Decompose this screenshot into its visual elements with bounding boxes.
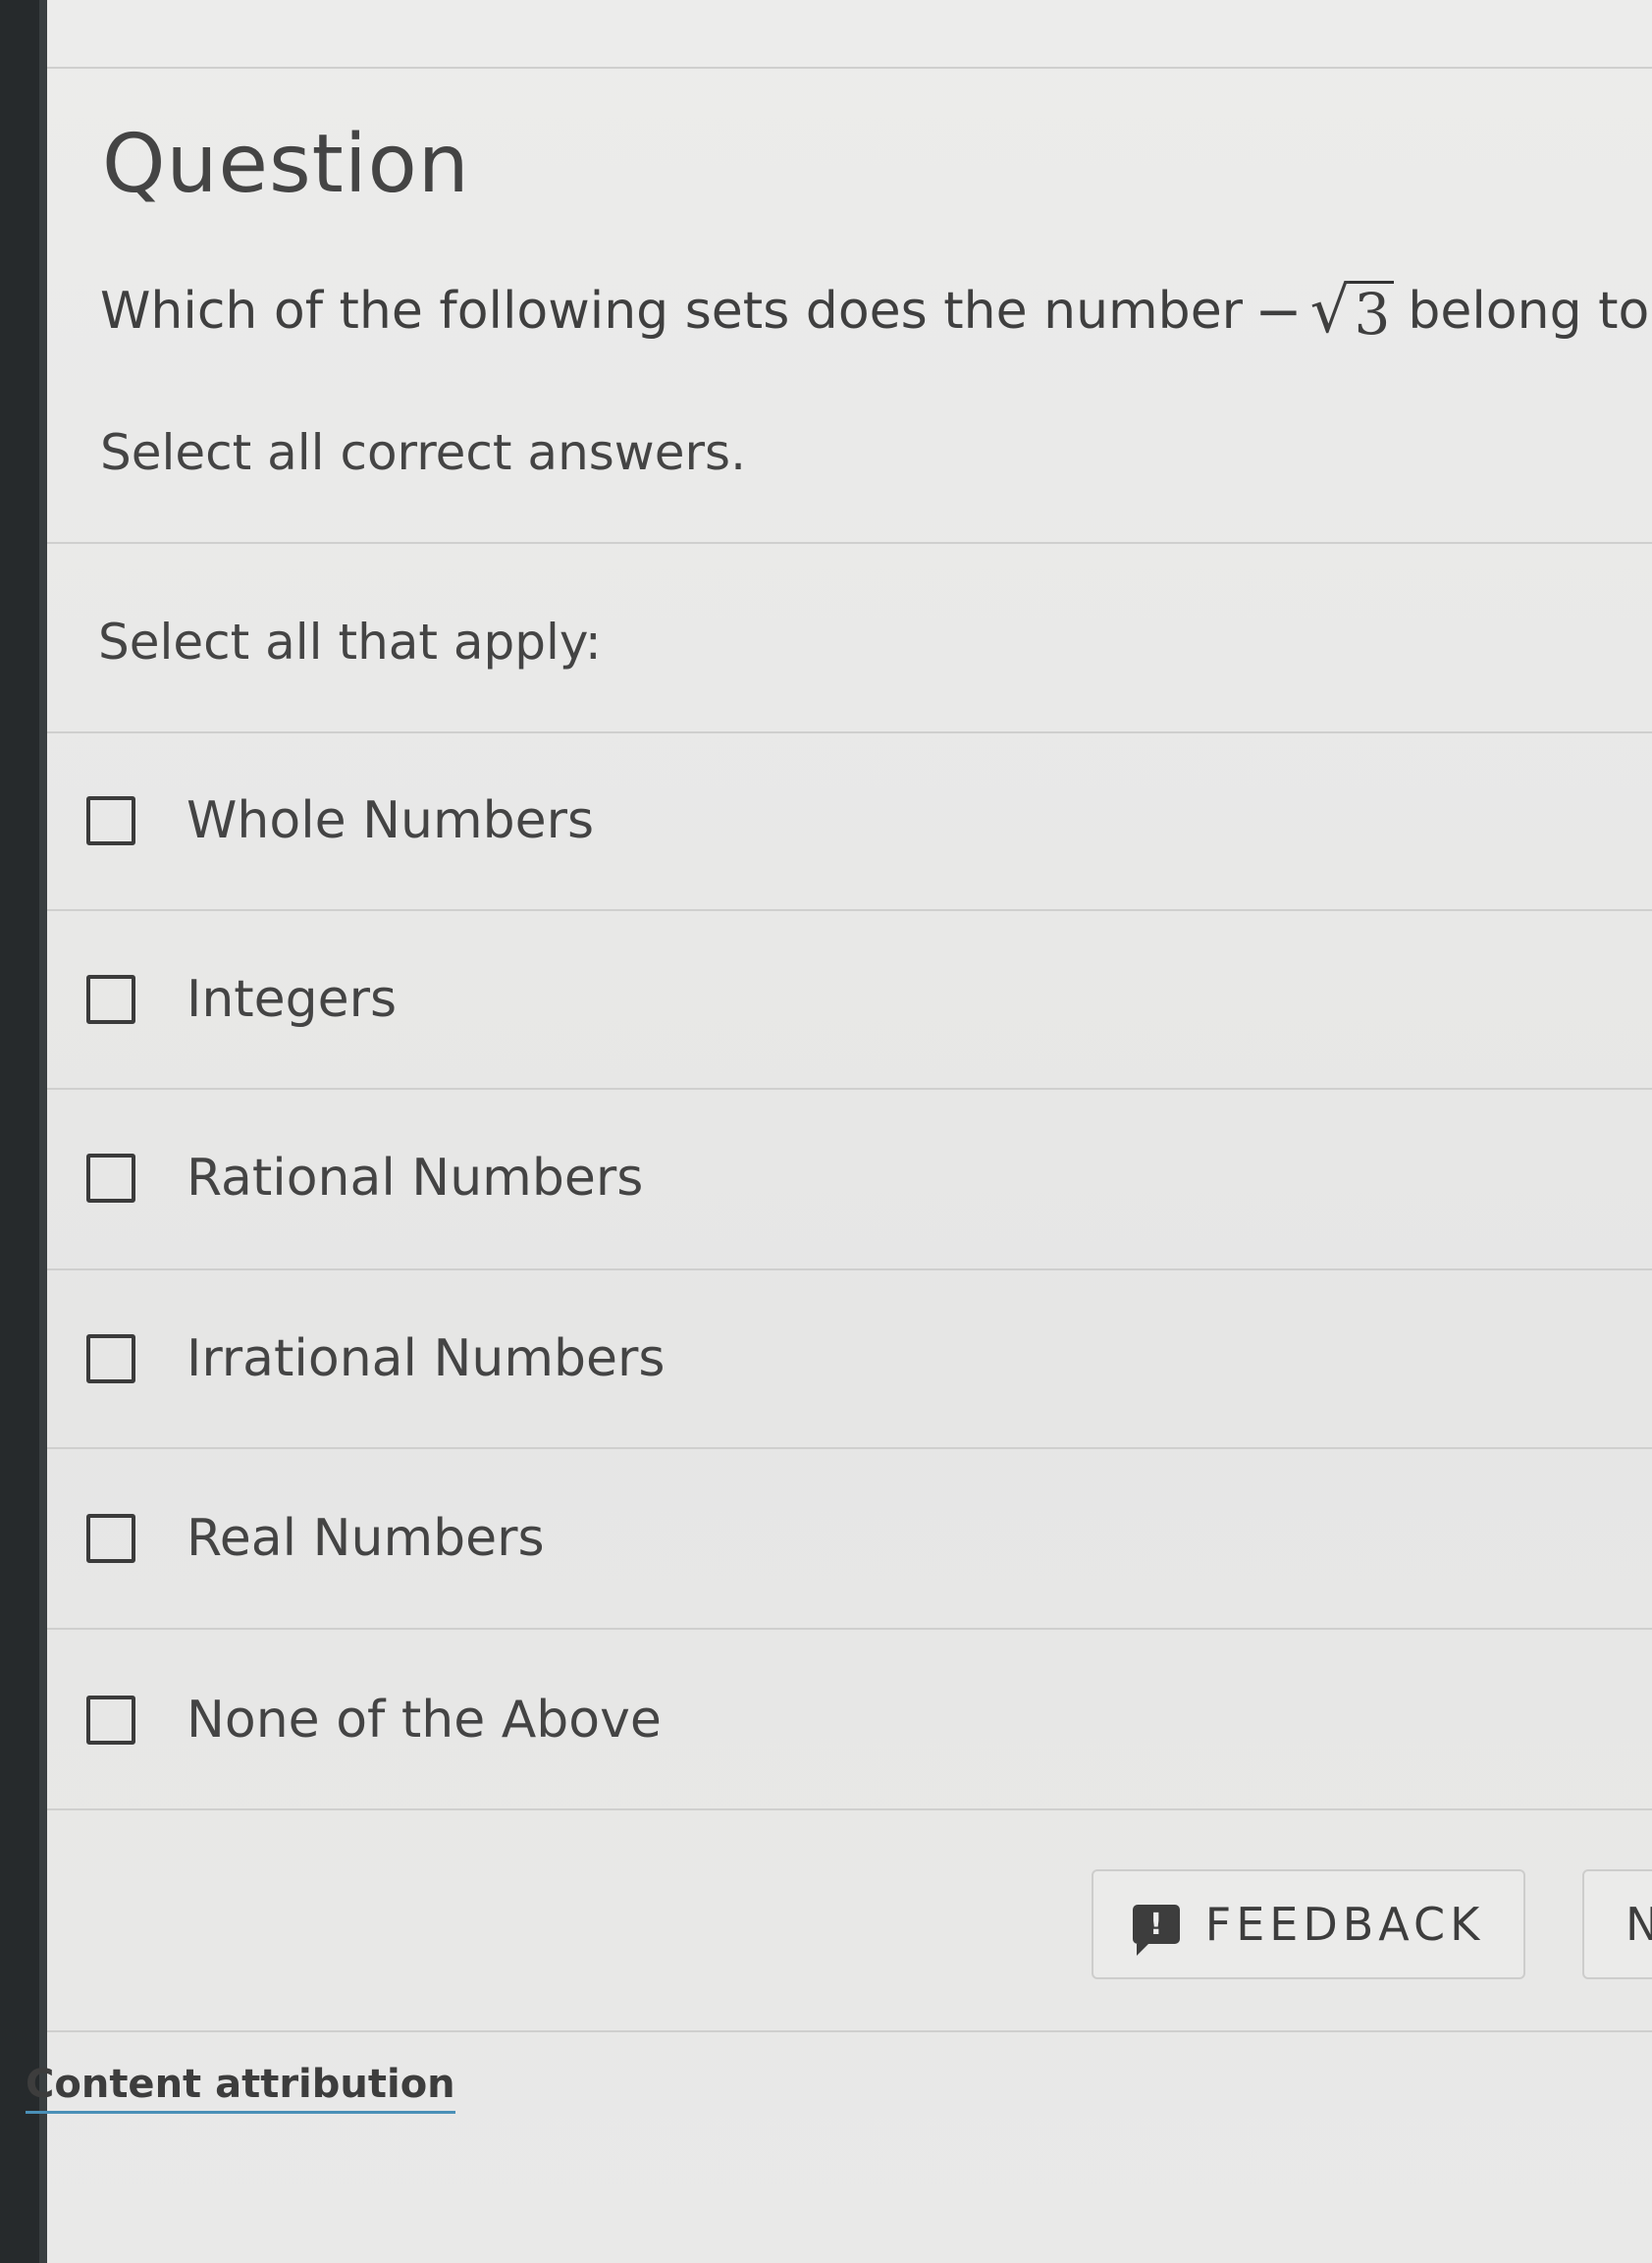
math-radicand: 3 xyxy=(1350,280,1395,343)
question-text-before: Which of the following sets does the num… xyxy=(100,282,1244,341)
checkbox[interactable] xyxy=(86,975,135,1024)
option-label: None of the Above xyxy=(187,1691,662,1750)
option-whole-numbers[interactable]: Whole Numbers xyxy=(86,791,594,850)
divider xyxy=(47,542,1652,544)
divider xyxy=(47,1268,1652,1270)
option-irrational-numbers[interactable]: Irrational Numbers xyxy=(86,1329,665,1388)
divider xyxy=(47,1808,1652,1810)
feedback-button-label: FEEDBACK xyxy=(1204,1898,1485,1951)
checkbox[interactable] xyxy=(86,1334,135,1383)
option-integers[interactable]: Integers xyxy=(86,970,397,1029)
checkbox[interactable] xyxy=(86,1154,135,1203)
checkbox[interactable] xyxy=(86,796,135,845)
checkbox[interactable] xyxy=(86,1696,135,1745)
page-title: Question xyxy=(102,118,470,211)
option-rational-numbers[interactable]: Rational Numbers xyxy=(86,1149,643,1208)
question-text: Which of the following sets does the num… xyxy=(100,275,1652,348)
feedback-alert-icon: ! xyxy=(1132,1905,1180,1956)
radical-icon: √ xyxy=(1309,275,1351,348)
option-label: Rational Numbers xyxy=(187,1149,644,1208)
divider xyxy=(47,1088,1652,1090)
divider xyxy=(47,909,1652,911)
divider xyxy=(47,67,1652,69)
next-button-label: N xyxy=(1625,1898,1652,1951)
math-minus: − xyxy=(1254,278,1303,345)
option-label: Integers xyxy=(187,970,398,1029)
next-button[interactable]: N xyxy=(1582,1869,1652,1979)
divider xyxy=(47,2030,1652,2032)
divider xyxy=(47,1628,1652,1630)
device-bezel xyxy=(0,0,47,2263)
checkbox[interactable] xyxy=(86,1514,135,1563)
question-instruction: Select all correct answers. xyxy=(100,424,746,481)
select-all-prompt: Select all that apply: xyxy=(98,614,602,671)
feedback-button[interactable]: ! FEEDBACK xyxy=(1092,1869,1525,1979)
option-real-numbers[interactable]: Real Numbers xyxy=(86,1509,545,1568)
math-expression: − √ 3 xyxy=(1254,275,1395,348)
option-label: Whole Numbers xyxy=(187,791,595,850)
option-label: Real Numbers xyxy=(187,1509,545,1568)
content-attribution-link[interactable]: Content attribution xyxy=(26,2062,455,2114)
divider xyxy=(47,1447,1652,1449)
option-label: Irrational Numbers xyxy=(187,1329,666,1388)
question-text-after: belong to? xyxy=(1408,282,1652,341)
divider xyxy=(47,731,1652,733)
option-none-of-the-above[interactable]: None of the Above xyxy=(86,1691,662,1750)
